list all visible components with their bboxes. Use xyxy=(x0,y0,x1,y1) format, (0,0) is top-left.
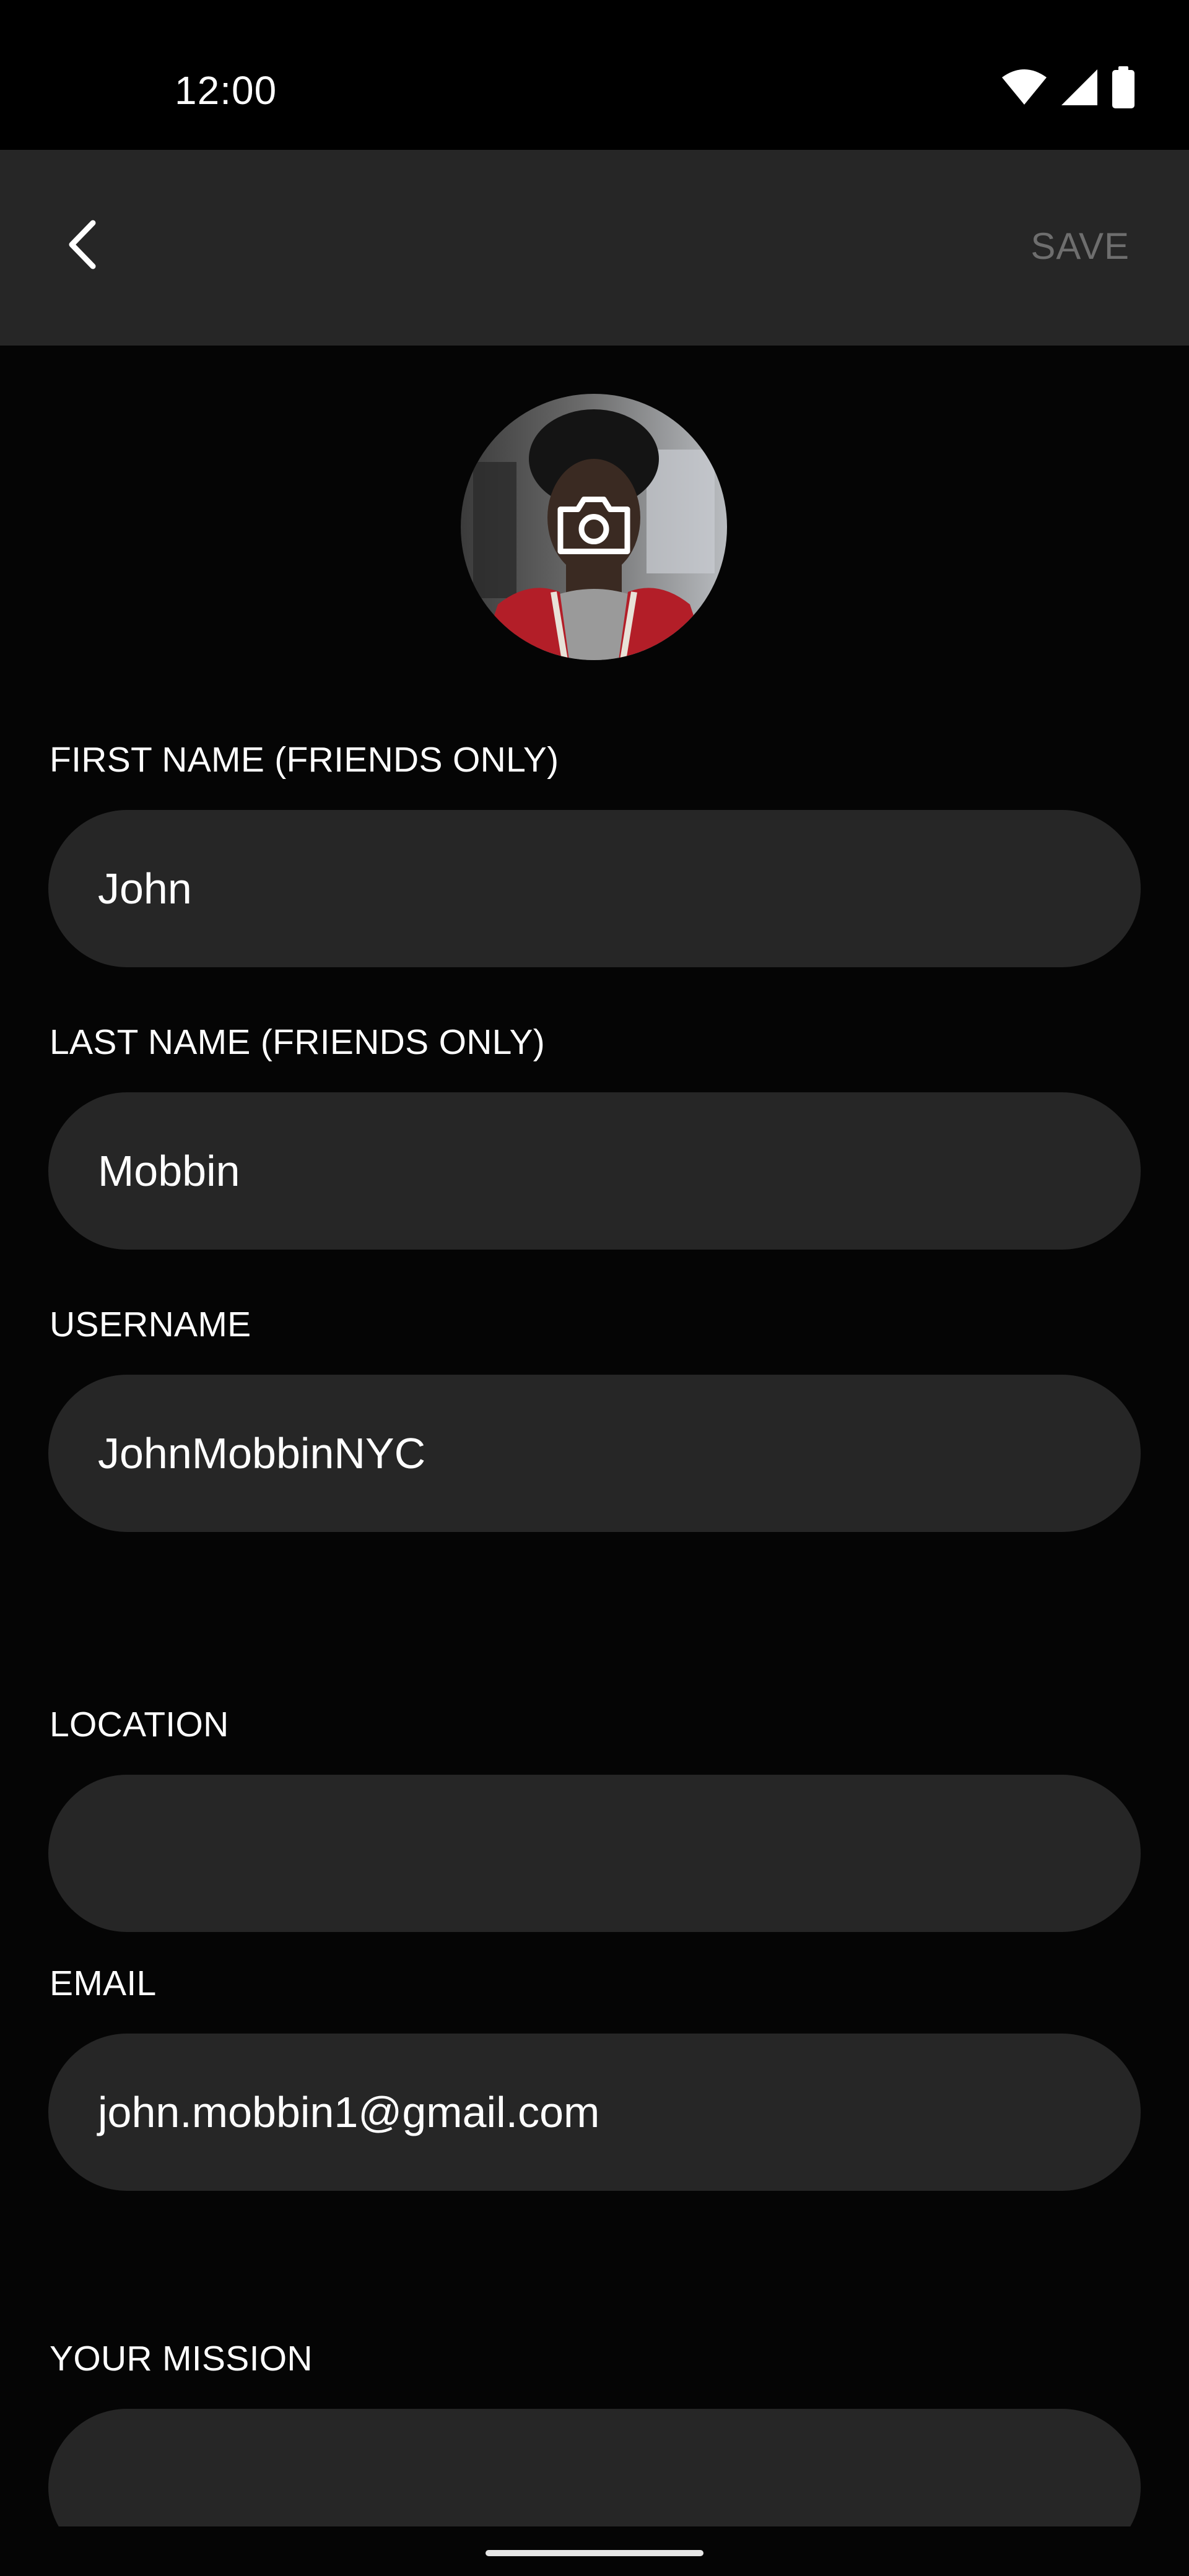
home-indicator[interactable] xyxy=(486,2550,703,2556)
email-field[interactable]: john.mobbin1@gmail.com xyxy=(48,2034,1141,2191)
email-label: EMAIL xyxy=(50,1964,157,2003)
first-name-field[interactable]: John xyxy=(48,810,1141,967)
username-label: USERNAME xyxy=(50,1305,251,1344)
status-bar: 12:00 xyxy=(0,0,1189,150)
mission-label: YOUR MISSION xyxy=(50,2339,313,2378)
location-field[interactable] xyxy=(48,1775,1141,1932)
last-name-field[interactable]: Mobbin xyxy=(48,1092,1141,1250)
first-name-label: FIRST NAME (FRIENDS ONLY) xyxy=(50,740,559,780)
cellular-signal-icon xyxy=(1060,68,1099,110)
location-label: LOCATION xyxy=(50,1705,229,1744)
wifi-icon xyxy=(1001,69,1048,109)
last-name-label: LAST NAME (FRIENDS ONLY) xyxy=(50,1022,546,1062)
status-time: 12:00 xyxy=(175,68,277,113)
battery-icon xyxy=(1111,66,1136,111)
mission-field-container xyxy=(0,2403,1189,2526)
camera-icon xyxy=(555,495,632,560)
chevron-left-icon xyxy=(62,217,105,276)
mission-field[interactable] xyxy=(48,2409,1141,2526)
save-button[interactable]: SAVE xyxy=(1030,222,1130,271)
profile-avatar[interactable] xyxy=(461,394,727,660)
status-icons xyxy=(1001,66,1136,111)
username-field[interactable]: JohnMobbinNYC xyxy=(48,1375,1141,1532)
back-button[interactable] xyxy=(43,206,124,286)
app-bar: SAVE xyxy=(0,150,1189,346)
